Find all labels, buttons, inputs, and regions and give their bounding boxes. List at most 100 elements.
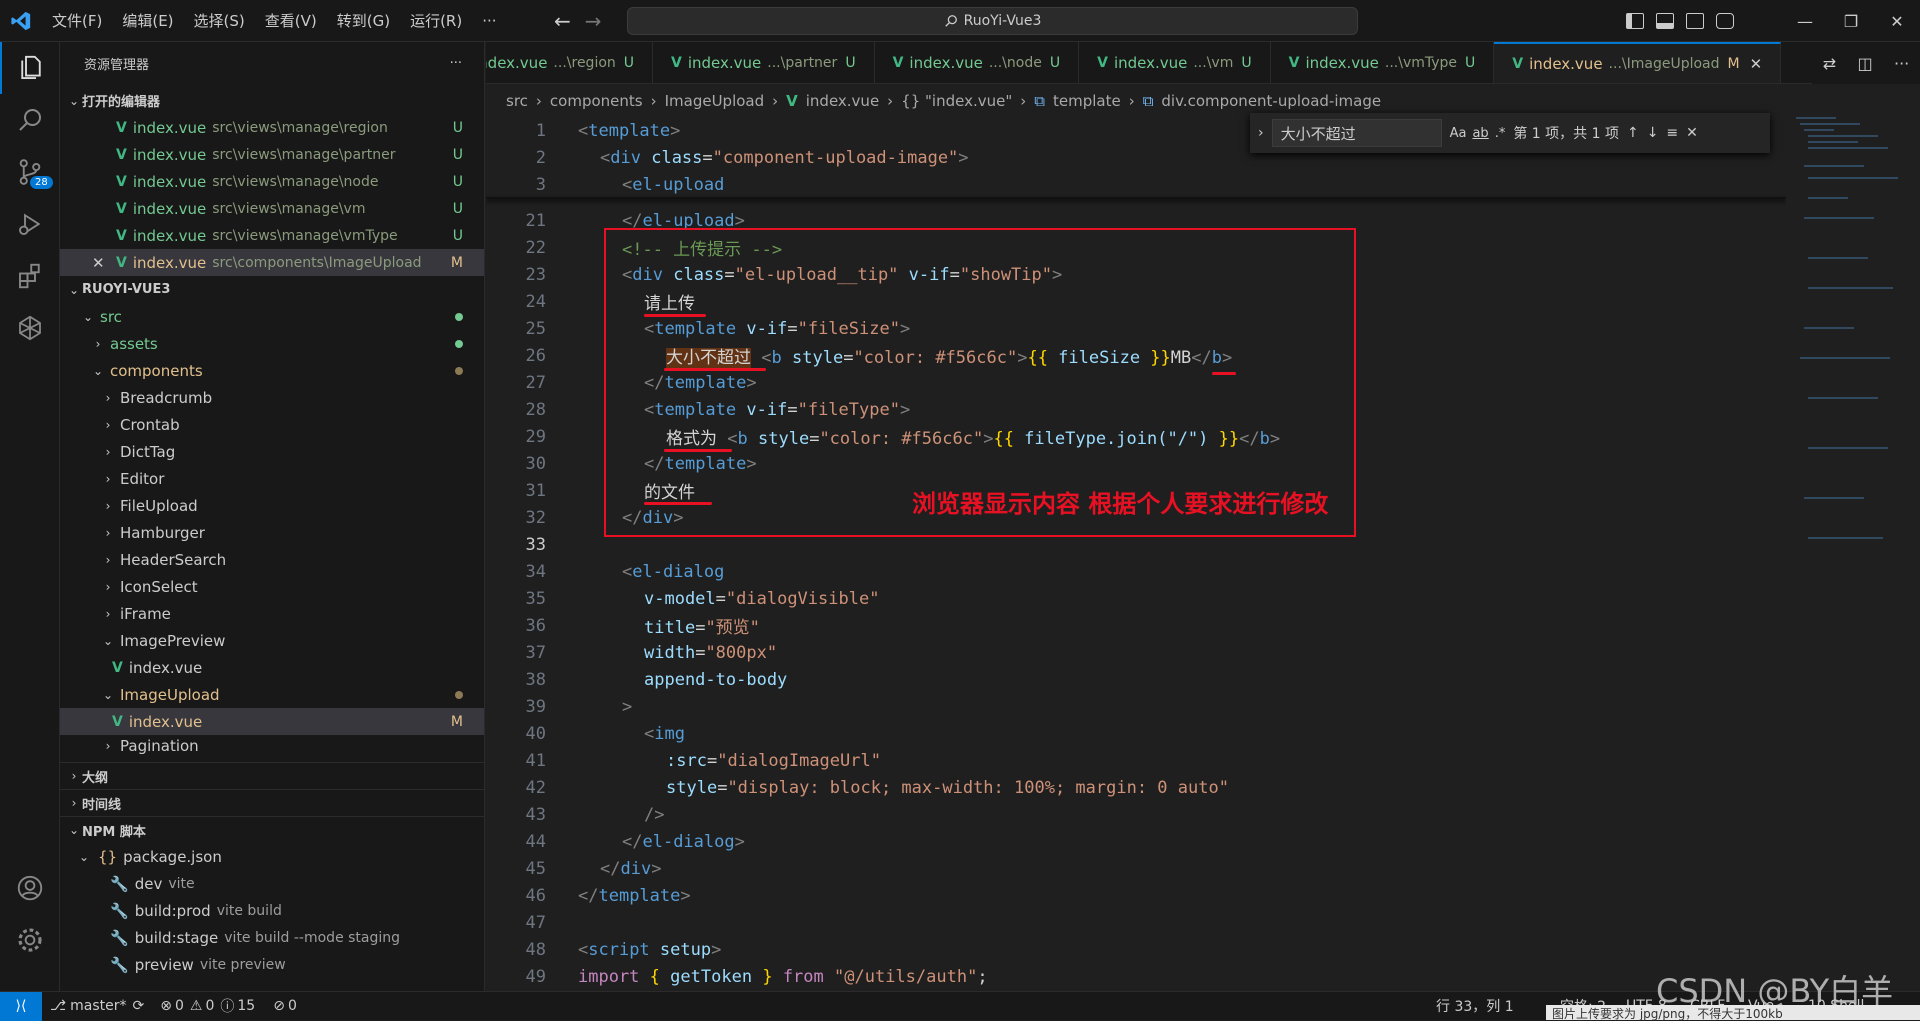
search-view-icon[interactable] — [0, 94, 60, 146]
open-editors-header[interactable]: ⌄ 打开的编辑器 — [60, 87, 484, 114]
explorer-icon[interactable] — [0, 42, 60, 94]
close-tab-icon[interactable]: ✕ — [1750, 55, 1763, 73]
timeline-header[interactable]: › 时间线 — [60, 789, 484, 816]
explorer-more-button[interactable]: ··· — [450, 56, 462, 71]
toggle-panel-icon[interactable] — [1656, 13, 1674, 29]
settings-gear-icon[interactable] — [0, 914, 60, 966]
npm-script[interactable]: 🔧 build:stage vite build --mode staging — [60, 924, 484, 951]
folder-item[interactable]: › Crontab — [60, 411, 484, 438]
cursor-position[interactable]: 行 33，列 1 — [1436, 996, 1514, 1016]
folder-item[interactable]: › IconSelect — [60, 573, 484, 600]
folder-item[interactable]: › HeaderSearch — [60, 546, 484, 573]
run-debug-icon[interactable] — [0, 198, 60, 250]
folder-item[interactable]: › DictTag — [60, 438, 484, 465]
minimap[interactable] — [1786, 117, 1906, 577]
folder-item[interactable]: › Breadcrumb — [60, 384, 484, 411]
crumb-template[interactable]: template — [1053, 92, 1121, 110]
menu-view[interactable]: 查看(V) — [255, 0, 327, 42]
close-icon[interactable]: ✕ — [92, 254, 116, 272]
crumb-src[interactable]: src — [506, 92, 528, 110]
compare-icon[interactable]: ⇄ — [1823, 54, 1836, 73]
editor-scrollbar[interactable] — [1906, 117, 1920, 991]
warning-count[interactable]: 0 — [205, 998, 214, 1014]
more-actions-icon[interactable]: ··· — [1894, 54, 1909, 73]
tab-vmtype[interactable]: Vindex.vue ...\vmType U — [1271, 42, 1495, 83]
tab-imageupload[interactable]: Vindex.vue ...\ImageUpload M ✕ — [1494, 42, 1782, 83]
menu-edit[interactable]: 编辑(E) — [112, 0, 183, 42]
close-find-icon[interactable]: ✕ — [1686, 125, 1698, 141]
crumb-components[interactable]: components — [550, 92, 643, 110]
error-count[interactable]: 0 — [175, 998, 184, 1014]
restore-icon[interactable]: ❐ — [1828, 0, 1874, 42]
regex-toggle[interactable]: .* — [1495, 126, 1506, 141]
npm-script[interactable]: 🔧 build:prod vite build — [60, 897, 484, 924]
menu-file[interactable]: 文件(F) — [42, 0, 112, 42]
tab-vm[interactable]: Vindex.vue ...\vm U — [1079, 42, 1271, 83]
find-input[interactable]: 大小不超过 — [1271, 119, 1442, 147]
folder-item[interactable]: › Pagination — [60, 735, 484, 757]
extensions-icon[interactable] — [0, 250, 60, 302]
npm-scripts-header[interactable]: ⌄ NPM 脚本 — [60, 816, 484, 843]
chevron-right-icon: › — [105, 390, 111, 405]
menu-more[interactable]: ··· — [472, 0, 506, 42]
folder-components[interactable]: ⌄ components — [60, 357, 484, 384]
minimize-icon[interactable]: — — [1782, 0, 1828, 42]
menu-run[interactable]: 运行(R) — [400, 0, 472, 42]
folder-src[interactable]: ⌄ src — [60, 303, 484, 330]
npm-script[interactable]: 🔧 dev vite — [60, 870, 484, 897]
outline-header[interactable]: › 大纲 — [60, 762, 484, 789]
match-case-toggle[interactable]: Aa — [1450, 126, 1467, 141]
find-in-selection-icon[interactable]: ≡ — [1666, 125, 1678, 141]
folder-item[interactable]: › iFrame — [60, 600, 484, 627]
crumb-file[interactable]: index.vue — [806, 92, 879, 110]
next-match-icon[interactable]: ↓ — [1647, 125, 1659, 141]
tab-partner[interactable]: Vindex.vue ...\partner U — [653, 42, 875, 83]
open-editor-item[interactable]: Vindex.vue src\views\manage\vm U — [60, 195, 484, 222]
open-editor-item[interactable]: Vindex.vue src\views\manage\partner U — [60, 141, 484, 168]
forward-arrow-icon[interactable]: → — [585, 9, 602, 33]
file-item[interactable]: Vindex.vue — [60, 654, 484, 681]
menu-go[interactable]: 转到(G) — [327, 0, 400, 42]
split-editor-icon[interactable]: ◫ — [1857, 54, 1872, 73]
npm-script[interactable]: 🔧 preview vite preview — [60, 951, 484, 978]
file-item-active[interactable]: Vindex.vue M — [60, 708, 484, 735]
open-editor-item[interactable]: Vindex.vue src\views\manage\region U — [60, 114, 484, 141]
tab-node[interactable]: Vindex.vue ...\node U — [875, 42, 1080, 83]
npm-package[interactable]: ⌄{} package.json — [60, 843, 484, 870]
menu-selection[interactable]: 选择(S) — [184, 0, 255, 42]
remote-explorer-icon[interactable] — [0, 302, 60, 354]
crumb-div[interactable]: div.component-upload-image — [1161, 92, 1381, 110]
toggle-replace-icon[interactable]: › — [1258, 125, 1264, 141]
info-count[interactable]: 15 — [237, 998, 255, 1014]
folder-image-upload[interactable]: ⌄ ImageUpload — [60, 681, 484, 708]
branch-name[interactable]: master* — [70, 998, 126, 1014]
folder-item[interactable]: › FileUpload — [60, 492, 484, 519]
command-center-search[interactable]: RuoYi-Vue3 — [627, 7, 1358, 35]
folder-assets[interactable]: › assets — [60, 330, 484, 357]
crumb-imageupload[interactable]: ImageUpload — [665, 92, 765, 110]
close-window-icon[interactable]: ✕ — [1874, 0, 1920, 42]
sync-icon[interactable]: ⟳ — [133, 998, 145, 1014]
folder-item[interactable]: › Editor — [60, 465, 484, 492]
code-line: <img — [644, 723, 685, 744]
crumb-sep-icon: › — [772, 92, 779, 110]
source-control-icon[interactable]: 28 — [0, 146, 60, 198]
account-icon[interactable] — [0, 862, 60, 914]
back-arrow-icon[interactable]: ← — [554, 9, 571, 33]
folder-image-preview[interactable]: ⌄ ImagePreview — [60, 627, 484, 654]
crumb-sfc[interactable]: {} "index.vue" — [901, 92, 1012, 110]
customize-layout-icon[interactable] — [1716, 13, 1734, 29]
folder-item[interactable]: › Hamburger — [60, 519, 484, 546]
toggle-secondary-sidebar-icon[interactable] — [1686, 13, 1704, 29]
tab-region[interactable]: index.vue...\regionU — [486, 42, 654, 83]
sticky-scroll-divider — [486, 197, 1786, 199]
match-word-toggle[interactable]: ab — [1472, 126, 1488, 141]
project-header[interactable]: ⌄ RUOYI-VUE3 — [60, 276, 484, 303]
ports-count[interactable]: 0 — [288, 998, 297, 1014]
open-editor-item[interactable]: Vindex.vue src\views\manage\vmType U — [60, 222, 484, 249]
open-editor-item[interactable]: Vindex.vue src\views\manage\node U — [60, 168, 484, 195]
previous-match-icon[interactable]: ↑ — [1627, 125, 1639, 141]
toggle-sidebar-icon[interactable] — [1626, 13, 1644, 29]
remote-indicator-icon[interactable]: ⟩⟨ — [0, 991, 42, 1021]
open-editor-item-active[interactable]: ✕ Vindex.vue src\components\ImageUpload M — [60, 249, 484, 276]
